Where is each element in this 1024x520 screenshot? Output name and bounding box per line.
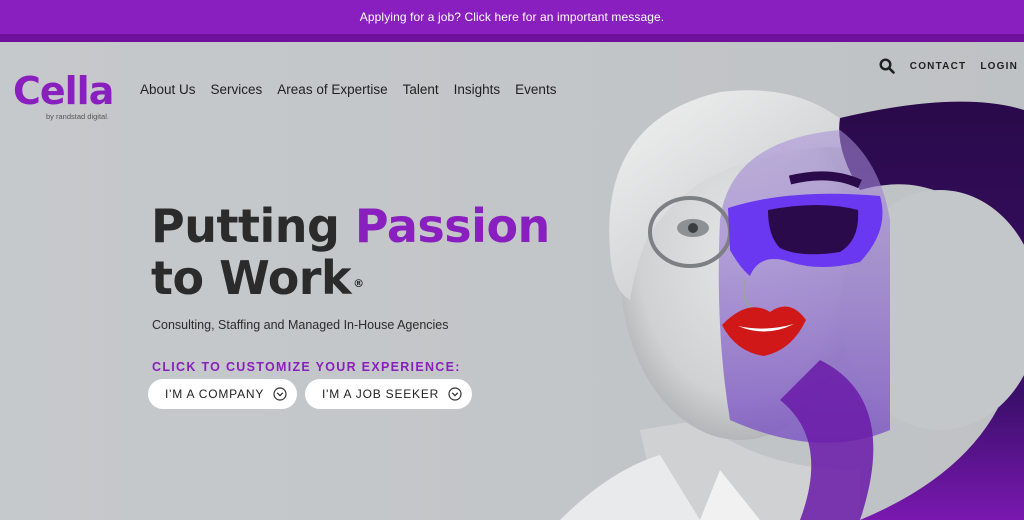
job-seeker-button-label[interactable]: I'M A JOB SEEKER [322, 387, 439, 401]
main-nav: About Us Services Areas of Expertise Tal… [140, 82, 571, 97]
hero-headline: Putting Passion to Work ® [151, 200, 550, 304]
glasses-right-lens [768, 205, 859, 255]
nav-item-events[interactable]: Events [515, 82, 556, 97]
nav-item-services[interactable]: Services [211, 82, 263, 97]
nav-item-areas-of-expertise[interactable]: Areas of Expertise [277, 82, 387, 97]
job-seeker-button[interactable]: I'M A JOB SEEKER [305, 379, 473, 409]
login-link[interactable]: LOGIN [980, 61, 1018, 72]
headline-line-2: to Work ® [151, 252, 550, 304]
registered-mark: ® [353, 277, 364, 290]
company-button[interactable]: I'M A COMPANY [148, 379, 298, 409]
headline-passion: Passion [354, 199, 550, 253]
cella-logo[interactable]: Cella by randstad digital. [13, 72, 114, 121]
hero-tagline: Consulting, Staffing and Managed In-Hous… [152, 318, 449, 332]
headline-putting: Putting [151, 199, 355, 253]
left-pupil [688, 223, 698, 233]
nav-item-talent[interactable]: Talent [403, 82, 439, 97]
search-icon[interactable] [879, 58, 895, 74]
company-button-label[interactable]: I'M A COMPANY [165, 387, 264, 401]
chevron-down-circle-icon[interactable] [448, 387, 462, 401]
contact-link[interactable]: CONTACT [910, 61, 967, 72]
nav-item-about-us[interactable]: About Us [140, 82, 196, 97]
logo-wordmark[interactable]: Cella [13, 72, 114, 110]
customize-label: CLICK TO CUSTOMIZE YOUR EXPERIENCE: [152, 360, 461, 374]
utility-nav: CONTACT LOGIN [879, 58, 1018, 74]
logo-subtitle: by randstad digital. [46, 112, 109, 121]
nav-item-insights[interactable]: Insights [454, 82, 501, 97]
chevron-down-circle-icon[interactable] [273, 387, 287, 401]
headline-line-1: Putting Passion [151, 200, 550, 252]
headline-to-work: to Work [151, 251, 352, 305]
